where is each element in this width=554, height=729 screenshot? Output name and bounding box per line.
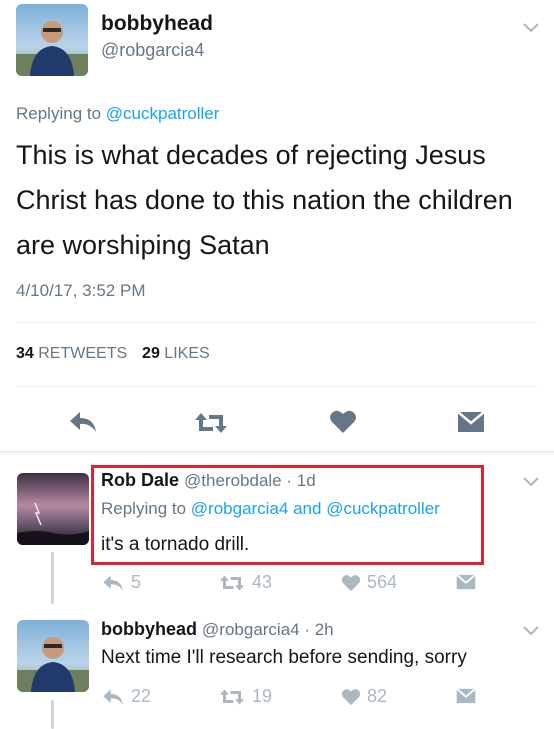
display-name[interactable]: bobbyhead <box>101 619 197 639</box>
avatar[interactable] <box>17 620 89 692</box>
timestamp[interactable]: 4/10/17, 3:52 PM <box>16 281 145 301</box>
reply-action[interactable]: 5 <box>101 572 141 593</box>
engagement-stats: 34 RETWEETS 29 LIKES <box>16 345 210 363</box>
user-photo-icon <box>16 4 88 76</box>
like-heart-icon <box>341 575 361 592</box>
thread-line <box>51 700 54 729</box>
like-action[interactable]: 564 <box>341 572 397 593</box>
storm-photo-icon <box>17 473 89 545</box>
retweet-icon <box>220 575 244 590</box>
avatar[interactable] <box>17 473 89 545</box>
retweet-icon[interactable] <box>193 411 229 435</box>
avatar[interactable] <box>16 4 88 76</box>
chevron-down-icon[interactable] <box>522 476 540 488</box>
reply-action[interactable]: 22 <box>101 686 151 707</box>
replying-to-line: Replying to @cuckpatroller <box>16 104 219 124</box>
chevron-down-icon[interactable] <box>522 22 540 34</box>
like-heart-icon <box>341 689 361 706</box>
user-photo-icon <box>17 620 89 692</box>
direct-message-icon[interactable] <box>456 574 476 590</box>
likes-count[interactable]: 29 <box>142 345 160 362</box>
like-count: 82 <box>367 686 388 706</box>
display-name[interactable]: bobbyhead <box>101 12 213 36</box>
reply-text: Next time I'll research before sending, … <box>101 647 467 668</box>
direct-message-icon[interactable] <box>456 688 476 704</box>
thread-line <box>51 552 54 604</box>
retweet-count: 19 <box>252 686 273 706</box>
tweet-text: This is what decades of rejecting Jesus … <box>16 140 513 260</box>
reply-icon[interactable] <box>68 410 98 434</box>
like-count: 564 <box>367 572 398 592</box>
retweet-count: 43 <box>252 572 273 592</box>
reply-count: 22 <box>131 686 152 706</box>
like-action[interactable]: 82 <box>341 686 387 707</box>
retweet-action[interactable]: 43 <box>218 572 272 593</box>
reply-header: bobbyhead @robgarcia4 · 2h <box>101 619 334 640</box>
retweet-icon <box>220 689 244 704</box>
like-heart-icon[interactable] <box>329 408 357 434</box>
reply-icon <box>103 575 123 590</box>
divider <box>16 322 538 323</box>
highlight-box <box>91 465 484 565</box>
direct-message-icon[interactable] <box>457 411 485 433</box>
likes-label[interactable]: LIKES <box>164 345 209 362</box>
retweet-action[interactable]: 19 <box>218 686 272 707</box>
mention-link[interactable]: @cuckpatroller <box>106 104 220 123</box>
replying-prefix: Replying to <box>16 104 106 123</box>
divider <box>16 386 538 387</box>
chevron-down-icon[interactable] <box>522 625 540 637</box>
section-gap <box>0 452 554 455</box>
retweets-count[interactable]: 34 <box>16 345 34 362</box>
reply-count: 5 <box>131 572 142 592</box>
handle[interactable]: @robgarcia4 <box>101 40 204 61</box>
retweets-label[interactable]: RETWEETS <box>38 345 127 362</box>
handle-time[interactable]: @robgarcia4 · 2h <box>202 620 334 639</box>
reply-icon <box>103 689 123 704</box>
